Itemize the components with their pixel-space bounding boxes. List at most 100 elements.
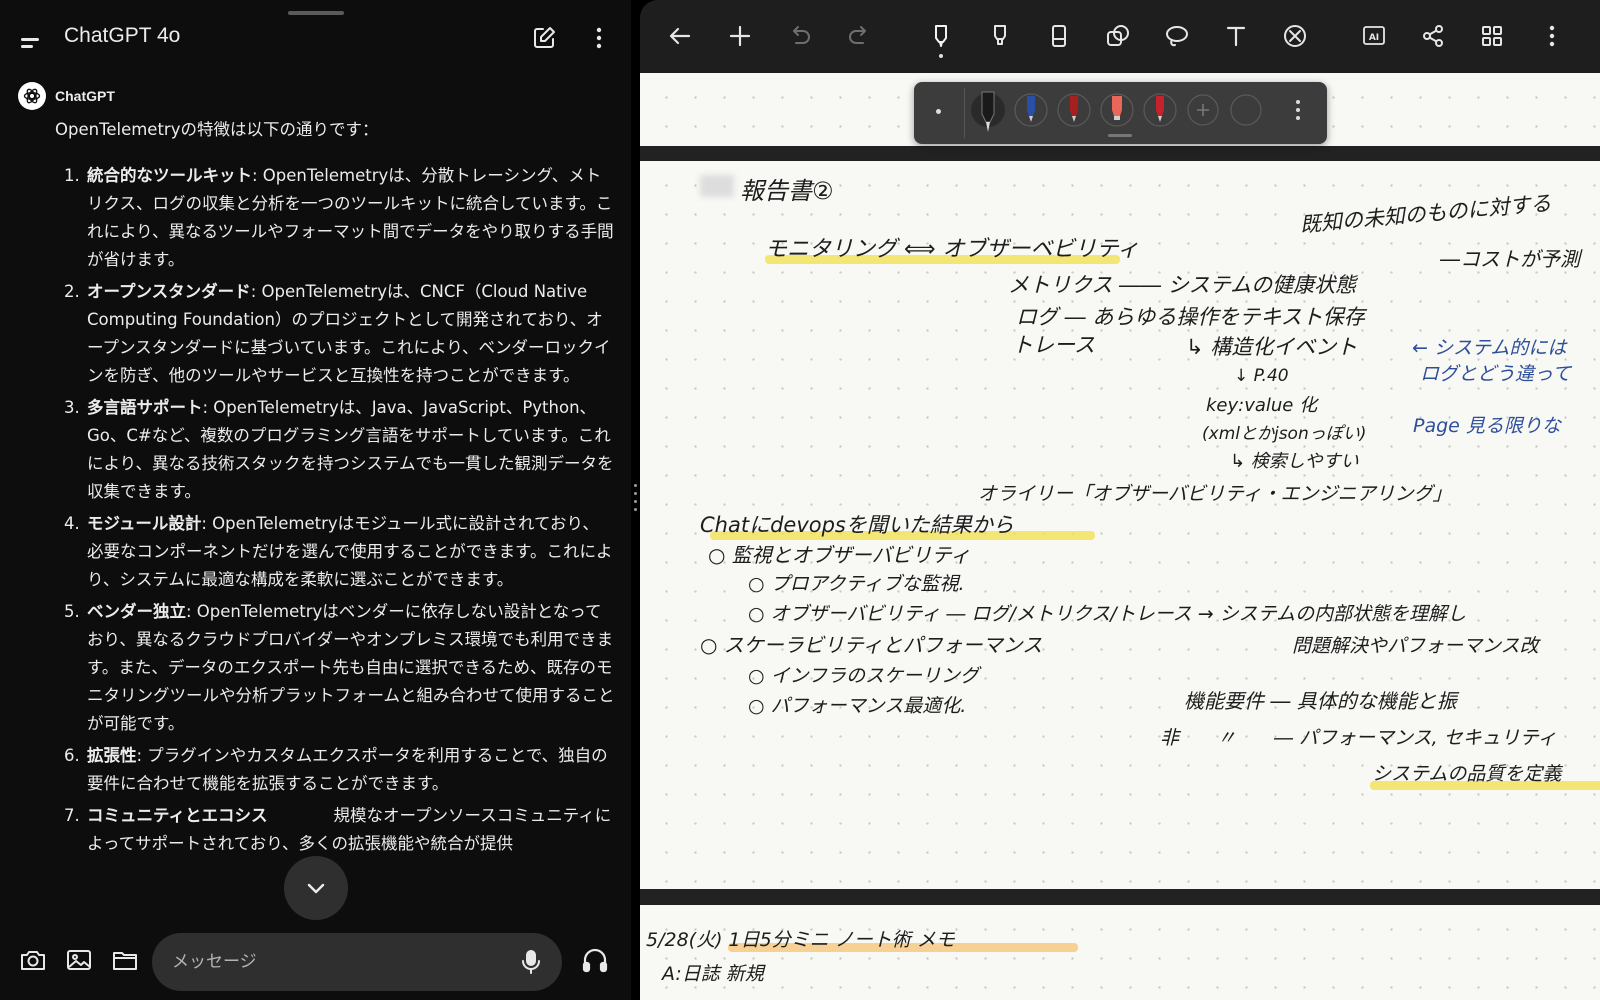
split-divider[interactable]	[631, 0, 640, 1000]
undo-icon[interactable]	[786, 22, 814, 50]
list-number: 3.	[64, 398, 80, 417]
handwritten-note-blue: ← システム的には	[1412, 337, 1567, 359]
handwritten-text: ○ 監視とオブザーバビリティ	[708, 543, 971, 567]
handwritten-text: ―コストが予測	[1440, 247, 1580, 271]
notes-toolbar: AI	[640, 0, 1600, 73]
list-number: 1.	[64, 166, 80, 185]
feature-list: 1. 統合的なツールキット: OpenTelemetryは、分散トレーシング、メ…	[55, 162, 615, 858]
handwritten-text: ↳ 構造化イベント	[1186, 335, 1358, 359]
shapes-icon[interactable]	[1104, 22, 1132, 50]
handwritten-note-blue: Page 見る限りな	[1413, 415, 1561, 437]
redo-icon[interactable]	[845, 22, 873, 50]
feature-title: コミュニティとエコシス	[87, 806, 268, 825]
handwritten-text: システムの品質を定義	[1372, 763, 1562, 785]
lasso-icon[interactable]	[1163, 22, 1191, 50]
handwritten-text: 問題解決やパフォーマンス改	[1292, 635, 1539, 657]
chat-header: ChatGPT 4o	[0, 16, 631, 72]
blurred-mark	[700, 175, 734, 197]
menu-icon[interactable]	[18, 32, 42, 56]
handwritten-text: 機能要件 ― 具体的な機能と振	[1184, 689, 1457, 713]
message-input-box[interactable]	[152, 933, 562, 991]
list-number: 2.	[64, 282, 80, 301]
handwritten-text: ○ スケーラビリティとパフォーマンス	[700, 633, 1043, 657]
palette-drag-handle[interactable]	[1108, 134, 1132, 137]
back-arrow-icon[interactable]	[666, 22, 694, 50]
app-title[interactable]: ChatGPT 4o	[64, 24, 180, 48]
pen-salmon[interactable]	[1099, 90, 1135, 136]
pen-black[interactable]	[970, 90, 1006, 136]
pen-blue[interactable]	[1013, 90, 1049, 136]
feature-title: モジュール設計	[87, 514, 202, 533]
handwritten-title: 報告書②	[740, 177, 834, 205]
composer-bar	[0, 925, 631, 1000]
pen-red[interactable]	[1056, 90, 1092, 136]
list-item: 6. 拡張性: プラグインやカスタムエクスポータを利用することで、独自の要件に合…	[55, 742, 615, 798]
chatgpt-logo-icon	[18, 82, 46, 110]
feature-title: 多言語サポート	[87, 398, 203, 417]
more-options-icon[interactable]	[585, 24, 613, 52]
eraser-icon[interactable]	[1045, 22, 1073, 50]
list-item: 3. 多言語サポート: OpenTelemetryは、Java、JavaScri…	[55, 394, 615, 506]
handwritten-text: オライリー「オブザーバビリティ・エンジニアリング」	[978, 483, 1452, 505]
palette-separator	[964, 88, 965, 138]
handwritten-text: 既知の未知のものに対する	[1299, 191, 1553, 237]
text-tool-icon[interactable]	[1222, 22, 1250, 50]
feature-title: オープンスタンダード	[87, 282, 251, 301]
palette-more-icon[interactable]	[1280, 90, 1316, 136]
handwritten-text: ログ ― あらゆる操作をテキスト保存	[1016, 305, 1365, 329]
feature-text: : プラグインやカスタムエクスポータを利用することで、独自の要件に合わせて機能を…	[87, 746, 608, 793]
pen-tool-icon[interactable]	[927, 22, 955, 58]
list-item: 4. モジュール設計: OpenTelemetryはモジュール式に設計されており…	[55, 510, 615, 594]
add-pen-icon[interactable]	[1185, 90, 1221, 136]
notes-pane: AI 報告書② モニタリング ⟺ オブザーベビリティ 既知の未知のものに対する …	[640, 0, 1600, 1000]
handwritten-text: ○ オブザーバビリティ ― ログ/メトリクス/トレース → システムの内部状態を…	[748, 603, 1467, 625]
handwritten-text: ↓ P.40	[1234, 366, 1289, 386]
list-number: 4.	[64, 514, 80, 533]
list-item: 2. オープンスタンダード: OpenTelemetryは、CNCF（Cloud…	[55, 278, 615, 390]
folder-icon[interactable]	[110, 945, 140, 975]
handwritten-text: (xmlとかjsonっぽい)	[1202, 424, 1367, 444]
laser-pointer-icon[interactable]	[1281, 22, 1309, 50]
svg-text:AI: AI	[1369, 33, 1379, 43]
feature-title: ベンダー独立	[87, 602, 186, 621]
divider-handle[interactable]	[634, 484, 637, 487]
handwritten-text: key:value 化	[1206, 395, 1318, 416]
handwritten-text: Chatにdevopsを聞いた結果から	[700, 513, 1014, 537]
assistant-message: OpenTelemetryの特徴は以下の通りです： 1. 統合的なツールキット:…	[55, 116, 615, 862]
assistant-name: ChatGPT	[55, 88, 115, 104]
handwritten-text: ○ プロアクティブな監視.	[748, 573, 965, 595]
highlighter-icon[interactable]	[986, 22, 1014, 50]
list-item: 1. 統合的なツールキット: OpenTelemetryは、分散トレーシング、メ…	[55, 162, 615, 274]
handwritten-text: 非 〃 ― パフォーマンス, セキュリティ	[1160, 727, 1557, 749]
more-options-icon[interactable]	[1538, 22, 1566, 50]
grid-view-icon[interactable]	[1478, 22, 1506, 50]
ai-assist-icon[interactable]: AI	[1360, 22, 1388, 50]
microphone-icon[interactable]	[518, 948, 544, 976]
drag-handle[interactable]	[288, 11, 344, 15]
feature-title: 統合的なツールキット	[87, 166, 252, 185]
message-input[interactable]	[172, 947, 472, 977]
handwritten-text: 5/28(火) 1日5分ミニ ノート術 メモ	[646, 929, 955, 951]
feature-title: 拡張性	[87, 746, 137, 765]
share-icon[interactable]	[1419, 22, 1447, 50]
list-number: 6.	[64, 746, 80, 765]
pen-crimson[interactable]	[1142, 90, 1178, 136]
note-page-next[interactable]: 5/28(火) 1日5分ミニ ノート術 メモ A:日誌 新規	[640, 905, 1600, 1000]
pen-size-dot[interactable]	[936, 109, 941, 114]
camera-icon[interactable]	[18, 945, 48, 975]
handwritten-text: ○ パフォーマンス最適化.	[748, 695, 967, 717]
message-intro: OpenTelemetryの特徴は以下の通りです：	[55, 120, 379, 139]
image-icon[interactable]	[64, 945, 94, 975]
note-page-current[interactable]: 報告書② モニタリング ⟺ オブザーベビリティ 既知の未知のものに対する メトリ…	[640, 161, 1600, 889]
headphones-icon[interactable]	[580, 945, 610, 975]
handwritten-text: トレース	[1012, 333, 1095, 357]
add-page-icon[interactable]	[726, 22, 754, 50]
new-chat-icon[interactable]	[530, 24, 558, 52]
handwritten-text: ○ インフラのスケーリング	[748, 665, 980, 687]
list-item: 7. コミュニティとエコシス 規模なオープンソースコミュニティによってサポートさ…	[55, 802, 615, 858]
chevron-down-icon	[307, 883, 325, 894]
handwritten-text: モニタリング ⟺ オブザーベビリティ	[765, 237, 1140, 262]
scroll-to-bottom-button[interactable]	[284, 856, 348, 920]
empty-pen-slot[interactable]	[1228, 90, 1264, 136]
handwritten-note-blue: ログとどう違って	[1420, 363, 1572, 385]
